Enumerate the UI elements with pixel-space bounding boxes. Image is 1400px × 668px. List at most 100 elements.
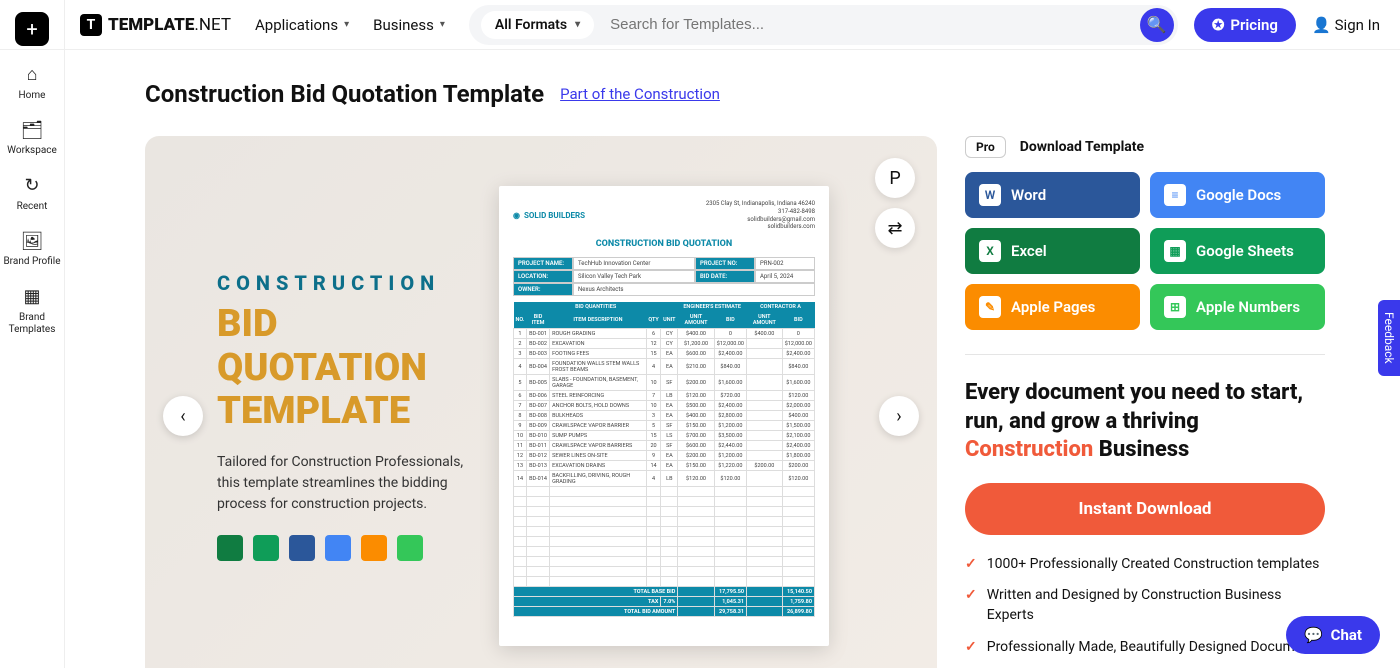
download-buttons: W Word ≡Google Docs X Excel ▦ Google Sheets ✎ Ap… — [965, 172, 1325, 330]
rail-label: Workspace — [7, 145, 57, 157]
format-icon — [253, 535, 279, 561]
profile-icon: 🖼 — [21, 231, 44, 253]
sidebar: Pro Download Template WWord≡Google DocsX… — [965, 136, 1325, 668]
format-icon: W — [979, 184, 1001, 206]
prev-slide-button[interactable]: ‹ — [163, 396, 203, 436]
check-icon: ✓ — [965, 555, 977, 575]
rail-label: Recent — [17, 201, 48, 213]
chat-label: Chat — [1331, 626, 1362, 644]
download-apple-numbers[interactable]: ⊞Apple Numbers — [1150, 284, 1325, 330]
doc-title: CONSTRUCTION BID QUOTATION — [513, 239, 815, 249]
rail-label: Brand Templates — [3, 312, 61, 336]
dl-label: Word — [1011, 186, 1046, 204]
doc-company-logo: ◉SOLID BUILDERS — [513, 200, 585, 231]
content: ‹ › P ⇄ CONSTRUCTION BID QUOTATION TEMPL… — [145, 136, 1370, 668]
pinterest-icon: P — [889, 168, 900, 189]
format-icon: ✎ — [979, 296, 1001, 318]
download-google-docs[interactable]: ≡Google Docs — [1150, 172, 1325, 218]
logo-badge: T — [80, 14, 102, 36]
nav-business[interactable]: Business▾ — [373, 16, 445, 34]
feature-item: ✓Written and Designed by Construction Bu… — [965, 586, 1325, 625]
next-slide-button[interactable]: › — [879, 396, 919, 436]
dl-label: Apple Pages — [1011, 298, 1095, 316]
search-button[interactable]: 🔍 — [1140, 8, 1174, 42]
logo-text: TEMPLATE.NET — [108, 15, 231, 35]
instant-download-button[interactable]: Instant Download — [965, 483, 1325, 535]
rail-home[interactable]: ⌂ Home — [3, 64, 61, 102]
feedback-tab[interactable]: Feedback — [1378, 300, 1400, 376]
chat-button[interactable]: 💬Chat — [1286, 616, 1380, 654]
document-mock: ◉SOLID BUILDERS 2305 Clay St, Indianapol… — [499, 186, 829, 646]
plus-icon: + — [26, 17, 37, 41]
share-button[interactable]: ⇄ — [875, 208, 915, 248]
feature-item: ✓ 1000+ Professionally Created Constructi… — [965, 555, 1325, 575]
tag-icon: ✪ — [1212, 16, 1225, 34]
pro-badge: Pro — [965, 136, 1006, 158]
feature-text: Professionally Made, Beautifully Designe… — [987, 638, 1322, 658]
dl-label: Google Sheets — [1196, 242, 1294, 260]
templates-icon: ▦ — [23, 286, 40, 308]
preview-description: Tailored for Construction Professionals,… — [217, 452, 479, 515]
preview-heading: BID QUOTATION TEMPLATE — [217, 303, 479, 434]
chevron-down-icon: ▾ — [575, 19, 580, 30]
preview-format-icons — [217, 535, 479, 561]
rail-brand-templates[interactable]: ▦ Brand Templates — [3, 286, 61, 336]
download-apple-pages[interactable]: ✎ Apple Pages — [965, 284, 1140, 330]
format-icon — [361, 535, 387, 561]
format-icon — [289, 535, 315, 561]
building-icon: ◉ — [513, 211, 520, 220]
features-list: ✓ 1000+ Professionally Created Constructi… — [965, 555, 1325, 668]
feature-text: Written and Designed by Construction Bus… — [987, 586, 1325, 625]
format-icon: ▦ — [1164, 240, 1186, 262]
format-icon: X — [979, 240, 1001, 262]
briefcase-icon: 🗂 — [21, 120, 44, 142]
pinterest-button[interactable]: P — [875, 158, 915, 198]
feature-text: 1000+ Professionally Created Constructio… — [987, 555, 1320, 575]
download-title: Download Template — [1020, 139, 1144, 155]
dl-label: Excel — [1011, 242, 1047, 260]
chevron-left-icon: ‹ — [180, 406, 185, 427]
pricing-label: Pricing — [1230, 16, 1278, 34]
title-row: Construction Bid Quotation Template Part… — [145, 80, 1370, 108]
formats-dropdown[interactable]: All Formats ▾ — [481, 11, 594, 39]
template-preview: ‹ › P ⇄ CONSTRUCTION BID QUOTATION TEMPL… — [145, 136, 937, 668]
user-icon: 👤 — [1312, 16, 1331, 34]
download-word[interactable]: W Word — [965, 172, 1140, 218]
formats-label: All Formats — [495, 17, 567, 33]
category-link[interactable]: Part of the Construction — [560, 85, 720, 103]
nav-label: Business — [373, 16, 434, 34]
search-input[interactable] — [610, 16, 1140, 33]
pricing-button[interactable]: ✪ Pricing — [1194, 8, 1296, 42]
format-icon — [325, 535, 351, 561]
new-button[interactable]: + — [15, 12, 49, 46]
page-title: Construction Bid Quotation Template — [145, 80, 544, 108]
doc-contact: 2305 Clay St, Indianapolis, Indiana 4624… — [706, 200, 815, 231]
rail-workspace[interactable]: 🗂 Workspace — [3, 120, 61, 158]
rail-label: Home — [19, 90, 46, 102]
logo[interactable]: T TEMPLATE.NET — [80, 14, 231, 36]
header: T TEMPLATE.NET Applications▾ Business▾ A… — [0, 0, 1400, 50]
rail-recent[interactable]: ↻ Recent — [3, 175, 61, 213]
doc-info-grid: PROJECT NAME:TechHub Innovation CenterPR… — [513, 257, 815, 296]
search-bar: All Formats ▾ 🔍 — [469, 5, 1178, 45]
download-google-sheets[interactable]: ▦ Google Sheets — [1150, 228, 1325, 274]
feature-item: ✓ Professionally Made, Beautifully Design… — [965, 638, 1325, 658]
divider — [965, 354, 1325, 355]
rail-brand-profile[interactable]: 🖼 Brand Profile — [3, 231, 61, 269]
format-icon: ⊞ — [1164, 296, 1186, 318]
home-icon: ⌂ — [27, 64, 38, 86]
preview-text: CONSTRUCTION BID QUOTATION TEMPLATE Tail… — [169, 271, 479, 561]
search-icon: 🔍 — [1147, 15, 1167, 34]
check-icon: ✓ — [965, 638, 977, 658]
download-excel[interactable]: X Excel — [965, 228, 1140, 274]
sidebar-header: Pro Download Template — [965, 136, 1325, 158]
rail-label: Brand Profile — [3, 256, 60, 268]
signin-label: Sign In — [1335, 16, 1380, 34]
main: Construction Bid Quotation Template Part… — [65, 50, 1400, 668]
nav-applications[interactable]: Applications▾ — [255, 16, 349, 34]
left-rail: + ⌂ Home 🗂 Workspace ↻ Recent 🖼 Brand Profil… — [0, 0, 65, 668]
share-icons: P ⇄ — [875, 158, 915, 248]
signin-link[interactable]: 👤Sign In — [1312, 16, 1380, 34]
share-icon: ⇄ — [887, 218, 902, 239]
clock-icon: ↻ — [24, 175, 39, 197]
